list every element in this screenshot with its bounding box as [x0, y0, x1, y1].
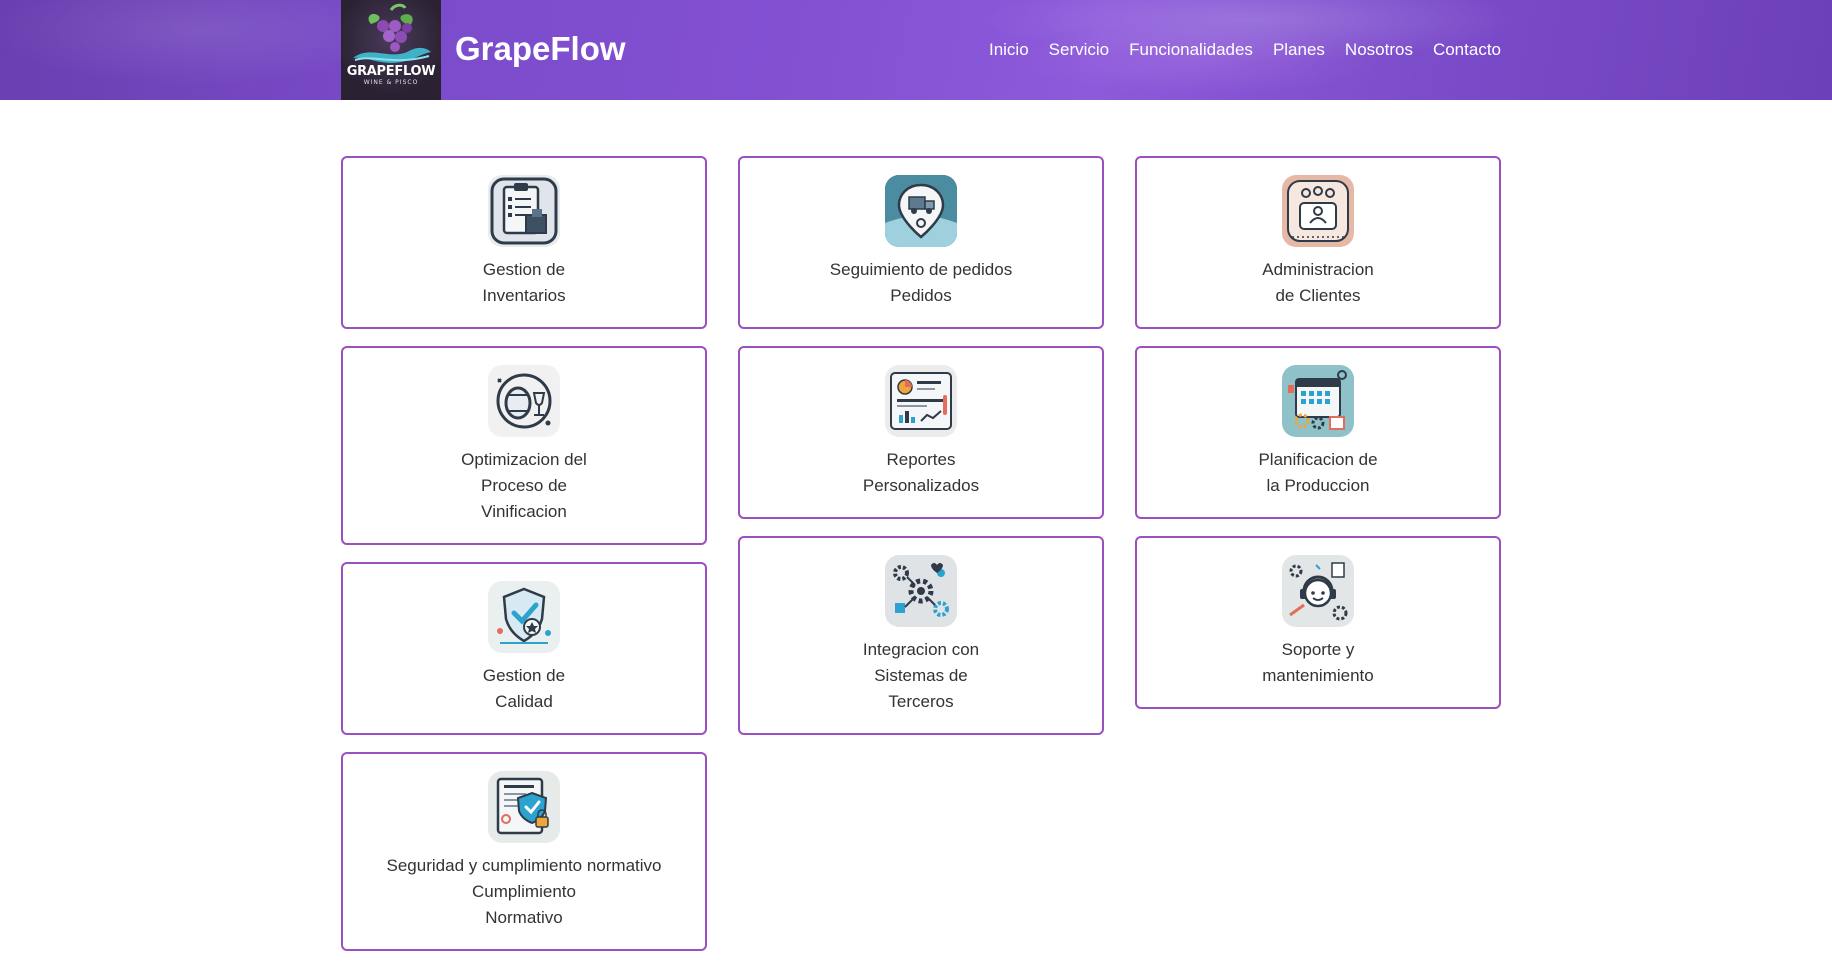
feature-title: Integracion con Sistemas de Terceros — [862, 640, 980, 711]
inventory-clipboard-icon — [488, 175, 560, 247]
feature-card-inventory[interactable]: Gestion de Inventarios — [341, 156, 707, 329]
feature-card-production-planning[interactable]: Planificacion de la Produccion — [1135, 346, 1501, 519]
feature-card-integration[interactable]: Integracion con Sistemas de Terceros — [738, 536, 1104, 735]
features-column-2: Seguimiento de pedidos Pedidos Reportes … — [738, 156, 1104, 752]
feature-card-security[interactable]: Seguridad y cumplimiento normativo Cumpl… — [341, 752, 707, 951]
nav-servicio[interactable]: Servicio — [1049, 40, 1109, 60]
site-header: GRAPEFLOW WINE & PISCO GrapeFlow Inicio … — [0, 0, 1832, 100]
feature-card-clients[interactable]: Administracion de Clientes — [1135, 156, 1501, 329]
feature-title: Soporte y mantenimiento — [1262, 640, 1374, 685]
support-headset-icon — [1282, 555, 1354, 627]
nav-nosotros[interactable]: Nosotros — [1345, 40, 1413, 60]
wine-barrel-icon — [488, 365, 560, 437]
quality-shield-icon — [488, 581, 560, 653]
feature-title: Gestion de Inventarios — [482, 260, 566, 305]
feature-card-winemaking[interactable]: Optimizacion del Proceso de Vinificacion — [341, 346, 707, 545]
nav-inicio[interactable]: Inicio — [989, 40, 1029, 60]
logo-text: GRAPEFLOW — [346, 64, 436, 79]
features-column-1: Gestion de Inventarios Optimizacion del … — [341, 156, 707, 968]
brand-name[interactable]: GrapeFlow — [455, 30, 626, 68]
reports-dashboard-icon — [885, 365, 957, 437]
logo[interactable]: GRAPEFLOW WINE & PISCO — [341, 0, 441, 100]
security-compliance-icon — [488, 771, 560, 843]
logo-subtitle: WINE & PISCO — [363, 79, 419, 86]
feature-title: Administracion de Clientes — [1262, 260, 1374, 305]
nav-funcionalidades[interactable]: Funcionalidades — [1129, 40, 1253, 60]
production-calendar-icon — [1282, 365, 1354, 437]
main-nav: Inicio Servicio Funcionalidades Planes N… — [969, 40, 1501, 60]
nav-contacto[interactable]: Contacto — [1433, 40, 1501, 60]
feature-card-reports[interactable]: Reportes Personalizados — [738, 346, 1104, 519]
feature-title: Gestion de Calidad — [482, 666, 566, 711]
feature-card-support[interactable]: Soporte y mantenimiento — [1135, 536, 1501, 709]
client-management-icon — [1282, 175, 1354, 247]
feature-title: Seguimiento de pedidos Pedidos — [829, 260, 1013, 305]
integration-gears-icon — [885, 555, 957, 627]
feature-title: Reportes Personalizados — [862, 450, 980, 495]
nav-planes[interactable]: Planes — [1273, 40, 1325, 60]
order-tracking-truck-icon — [885, 175, 957, 247]
features-column-3: Administracion de Clientes Planificacion… — [1135, 156, 1501, 726]
feature-title: Optimizacion del Proceso de Vinificacion — [461, 450, 587, 521]
feature-title: Planificacion de la Produccion — [1258, 450, 1378, 495]
feature-card-order-tracking[interactable]: Seguimiento de pedidos Pedidos — [738, 156, 1104, 329]
feature-card-quality[interactable]: Gestion de Calidad — [341, 562, 707, 735]
feature-title: Seguridad y cumplimiento normativo Cumpl… — [386, 856, 662, 927]
